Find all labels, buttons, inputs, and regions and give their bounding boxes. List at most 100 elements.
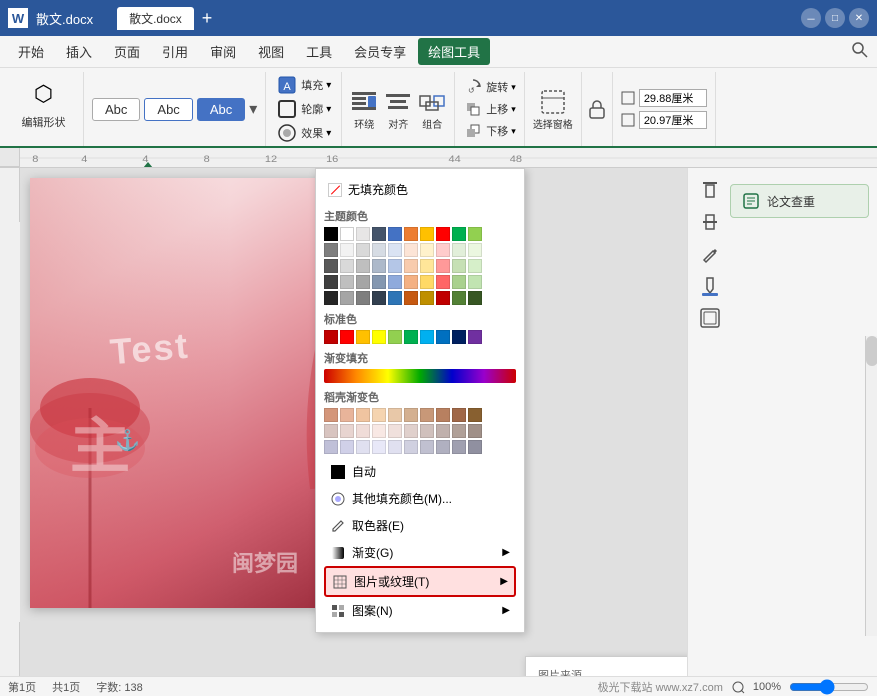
pastel-cell[interactable] — [340, 440, 354, 454]
color-cell[interactable] — [404, 275, 418, 289]
menu-vip[interactable]: 会员专享 — [344, 38, 416, 65]
pastel-cell[interactable] — [420, 440, 434, 454]
pastel-cell[interactable] — [356, 424, 370, 438]
pastel-cell[interactable] — [340, 408, 354, 422]
pastel-cell[interactable] — [324, 424, 338, 438]
pastel-cell[interactable] — [372, 440, 386, 454]
color-cell[interactable] — [388, 243, 402, 257]
color-cell[interactable] — [324, 243, 338, 257]
color-cell[interactable] — [324, 259, 338, 273]
pastel-cell[interactable] — [324, 440, 338, 454]
rotate-btn[interactable]: ↺ 旋转 ▾ — [463, 77, 516, 97]
menu-review[interactable]: 审阅 — [200, 38, 246, 65]
eyedropper-option[interactable]: 取色器(E) — [324, 512, 516, 539]
fill-btn[interactable]: A 填充 ▾ — [276, 74, 331, 96]
color-cell[interactable] — [420, 227, 434, 241]
outline-dropdown[interactable]: ▾ — [326, 104, 331, 115]
pen-icon[interactable] — [696, 240, 724, 268]
color-cell[interactable] — [356, 275, 370, 289]
height-input[interactable]: 20.97厘米 — [639, 111, 707, 129]
pastel-cell[interactable] — [404, 424, 418, 438]
pastel-cell[interactable] — [420, 408, 434, 422]
color-cell[interactable] — [340, 259, 354, 273]
color-cell[interactable] — [436, 259, 450, 273]
color-cell[interactable] — [340, 275, 354, 289]
color-cell[interactable] — [420, 291, 434, 305]
color-cell[interactable] — [388, 259, 402, 273]
pastel-cell[interactable] — [404, 408, 418, 422]
menu-drawing-tools[interactable]: 绘图工具 — [418, 38, 490, 65]
color-cell[interactable] — [324, 291, 338, 305]
pastel-cell[interactable] — [468, 440, 482, 454]
pastel-cell[interactable] — [372, 424, 386, 438]
pastel-cell[interactable] — [340, 424, 354, 438]
text-style-btn-2[interactable]: Abc — [144, 98, 192, 121]
maximize-btn[interactable]: □ — [825, 8, 845, 28]
search-icon[interactable] — [851, 41, 869, 62]
color-cell[interactable] — [356, 291, 370, 305]
pastel-cell[interactable] — [420, 424, 434, 438]
close-btn[interactable]: ✕ — [849, 8, 869, 28]
std-color-9[interactable] — [452, 330, 466, 344]
color-cell[interactable] — [340, 291, 354, 305]
std-color-10[interactable] — [468, 330, 482, 344]
pastel-cell[interactable] — [356, 440, 370, 454]
color-cell[interactable] — [420, 243, 434, 257]
align-top-icon[interactable] — [696, 176, 724, 204]
color-cell[interactable] — [324, 227, 338, 241]
color-cell[interactable] — [372, 275, 386, 289]
ruler-marker[interactable] — [140, 148, 156, 167]
color-cell[interactable] — [356, 259, 370, 273]
pastel-cell[interactable] — [436, 440, 450, 454]
color-cell[interactable] — [388, 275, 402, 289]
select-window-btn[interactable]: 选择窗格 — [533, 88, 573, 131]
fill-icon[interactable] — [696, 272, 724, 300]
color-cell[interactable] — [404, 259, 418, 273]
color-cell[interactable] — [372, 243, 386, 257]
color-cell[interactable] — [436, 291, 450, 305]
align-middle-icon[interactable] — [696, 208, 724, 236]
menu-view[interactable]: 视图 — [248, 38, 294, 65]
color-cell[interactable] — [452, 227, 466, 241]
wrap-btn[interactable]: 环绕 — [350, 88, 378, 131]
pastel-cell[interactable] — [452, 408, 466, 422]
pastel-cell[interactable] — [468, 408, 482, 422]
color-cell[interactable] — [404, 243, 418, 257]
width-input[interactable]: 29.88厘米 — [639, 89, 707, 107]
more-fill-option[interactable]: 其他填充颜色(M)... — [324, 485, 516, 512]
pastel-cell[interactable] — [436, 424, 450, 438]
color-cell[interactable] — [468, 259, 482, 273]
color-cell[interactable] — [420, 259, 434, 273]
pastel-cell[interactable] — [452, 440, 466, 454]
menu-tools[interactable]: 工具 — [296, 38, 342, 65]
scrollbar-thumb[interactable] — [866, 336, 877, 366]
color-cell[interactable] — [436, 227, 450, 241]
effect-dropdown[interactable]: ▾ — [326, 128, 331, 139]
pastel-cell[interactable] — [468, 424, 482, 438]
std-color-7[interactable] — [420, 330, 434, 344]
std-color-4[interactable] — [372, 330, 386, 344]
pastel-cell[interactable] — [324, 408, 338, 422]
std-color-2[interactable] — [340, 330, 354, 344]
std-color-6[interactable] — [404, 330, 418, 344]
texture-option[interactable]: 图片或纹理(T) ▶ — [324, 566, 516, 597]
pastel-cell[interactable] — [372, 408, 386, 422]
color-cell[interactable] — [340, 227, 354, 241]
pastel-cell[interactable] — [388, 408, 402, 422]
zoom-slider[interactable] — [789, 683, 869, 691]
color-cell[interactable] — [452, 243, 466, 257]
add-tab-btn[interactable]: + — [202, 8, 213, 29]
color-cell[interactable] — [452, 259, 466, 273]
color-cell[interactable] — [372, 291, 386, 305]
pastel-cell[interactable] — [452, 424, 466, 438]
menu-start[interactable]: 开始 — [8, 38, 54, 65]
color-cell[interactable] — [356, 243, 370, 257]
pastel-cell[interactable] — [388, 424, 402, 438]
scrollbar-v[interactable] — [865, 336, 877, 636]
color-cell[interactable] — [436, 275, 450, 289]
pastel-cell[interactable] — [388, 440, 402, 454]
paper-review-btn[interactable]: 论文查重 — [730, 184, 869, 218]
frame-icon[interactable] — [696, 304, 724, 332]
menu-ref[interactable]: 引用 — [152, 38, 198, 65]
menu-page[interactable]: 页面 — [104, 38, 150, 65]
